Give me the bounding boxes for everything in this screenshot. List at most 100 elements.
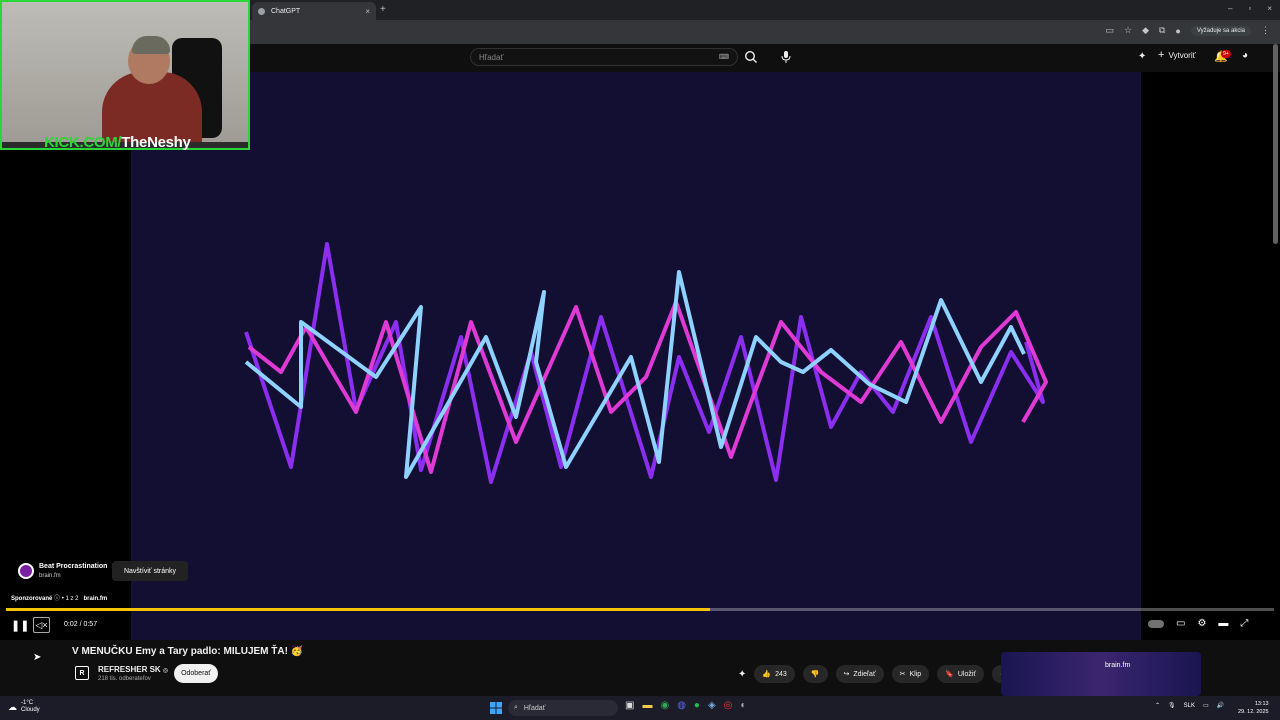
tab-title: ChatGPT [271, 7, 301, 15]
tray-mic-icon[interactable]: 🎙 [1168, 702, 1176, 709]
extension-icon[interactable]: ◆ [1142, 25, 1149, 36]
keyboard-icon[interactable]: ⌨ [719, 53, 729, 61]
thumbs-up-icon: 👍 [762, 671, 772, 678]
close-window-button[interactable]: × [1267, 4, 1272, 13]
window-controls: – ▫ × [1228, 4, 1272, 13]
video-title: V MENUČKU Emy a Tary padlo: MILUJEM ŤA! … [72, 646, 304, 657]
notifications-badge: 9+ [1221, 50, 1231, 58]
system-tray: ⌃ 🎙 SLK ▭ 🔊 [1155, 702, 1224, 710]
search-icon[interactable] [744, 50, 760, 66]
cloud-icon: ☁ [8, 701, 17, 712]
wave-purple [244, 242, 1045, 484]
premium-sparkle-icon[interactable]: ✦ [738, 669, 746, 680]
menu-dots-icon[interactable]: ⋮ [1261, 25, 1270, 36]
scissors-icon: ✂ [899, 671, 906, 678]
temperature: -1°C [21, 700, 34, 706]
maximize-button[interactable]: ▫ [1248, 4, 1251, 13]
clock-time: 13:13 [1254, 701, 1269, 707]
ad-sponsor-line: Sponzorované ⓘ • 1 z 2 brain.fm [11, 596, 108, 602]
channel-name-text: REFRESHER SK [98, 665, 161, 674]
ad-title[interactable]: Beat Procrastination [39, 563, 107, 570]
share-icon: ↪ [843, 671, 850, 678]
subscribe-button[interactable]: Odoberať [174, 664, 218, 683]
like-button[interactable]: 👍 243 [754, 665, 795, 683]
kick-channel-label: KICK.COM/TheNeshy [44, 134, 191, 151]
search-input[interactable]: Hľadať ⌨ [470, 48, 738, 66]
cast-icon[interactable]: ▭ [1105, 25, 1114, 36]
volume-icon[interactable]: 🔊 [1217, 702, 1224, 709]
waveform-visual [244, 242, 1048, 484]
search-placeholder: Hľadať [479, 52, 504, 62]
tab-close-icon[interactable]: × [365, 7, 370, 16]
ad-logo[interactable] [18, 563, 34, 579]
account-avatar[interactable]: ◕ [1242, 50, 1248, 61]
channel-name[interactable]: REFRESHER SK ◎ [98, 665, 168, 674]
pause-icon[interactable]: ❚❚ [11, 619, 29, 632]
premium-gem-icon[interactable]: ✦ [1138, 51, 1146, 62]
search-icon: ⌕ [514, 704, 518, 711]
taskbar-search-placeholder: Hľadať [523, 704, 546, 712]
clip-button[interactable]: ✂ Klip [891, 665, 930, 683]
taskbar-search[interactable]: ⌕ Hľadať [508, 700, 618, 716]
streamer-cap [132, 36, 170, 54]
task-view-icon[interactable]: ▣ [625, 700, 634, 711]
taskbar-clock[interactable]: 13:13 29. 12. 2025 [1238, 700, 1269, 716]
browser-tab[interactable]: ChatGPT × [252, 2, 376, 20]
save-label: Uložiť [957, 670, 977, 678]
thumbs-down-icon: 👎 [810, 671, 820, 678]
start-button[interactable] [490, 701, 502, 719]
file-explorer-icon[interactable]: ▬ [642, 700, 652, 711]
autoplay-toggle[interactable] [1148, 620, 1164, 628]
puzzle-icon[interactable]: ⧉ [1159, 25, 1165, 36]
weather-widget[interactable]: ☁ -1°C Cloudy [8, 700, 40, 714]
mouse-cursor-icon: ➤ [33, 652, 42, 663]
player-controls-right: ▭ ⚙ ▬ ⤢ [1148, 618, 1248, 629]
toolbar-icons: ▭ ☆ ◆ ⧉ ● Vyžaduje sa akcia ⋮ [1105, 25, 1270, 36]
progress-fill [6, 608, 710, 611]
verified-icon: ◎ [162, 668, 169, 674]
bookmark-icon: 🔖 [945, 671, 954, 678]
chatgpt-icon [258, 7, 265, 15]
language-indicator[interactable]: SLK [1184, 703, 1195, 709]
sponsored-label: Sponzorované [11, 596, 53, 602]
plus-icon: + [1158, 49, 1165, 61]
minimize-button[interactable]: – [1228, 4, 1232, 13]
video-actions: ✦ 👍 243 👎 ↪ Zdieľať ✂ Klip 🔖 Uložiť ··· [738, 665, 1016, 683]
fullscreen-icon[interactable]: ⤢ [1240, 618, 1248, 629]
ad-count: 1 z 2 [65, 596, 79, 602]
channel-avatar[interactable]: R [75, 666, 89, 680]
discord-icon[interactable]: ◍ [677, 700, 686, 711]
app-icon[interactable]: ◈ [708, 700, 716, 711]
bookmark-star-icon[interactable]: ☆ [1124, 25, 1132, 36]
create-button[interactable]: + Vytvoriť [1158, 49, 1196, 61]
subtitles-icon[interactable]: ▭ [1176, 618, 1185, 629]
visit-site-button[interactable]: Navštíviť stránky [112, 561, 188, 581]
network-icon[interactable]: ▭ [1203, 702, 1209, 709]
steam-icon[interactable]: ◐ [740, 700, 746, 711]
sidebar-ad[interactable]: brain.fm [1001, 652, 1201, 696]
new-tab-button[interactable]: + [380, 4, 386, 15]
sponsored-domain: brain.fm [83, 596, 108, 602]
save-button[interactable]: 🔖 Uložiť [937, 665, 985, 683]
theater-mode-icon[interactable]: ▬ [1218, 618, 1228, 629]
chevron-up-icon[interactable]: ⌃ [1155, 702, 1160, 709]
chrome-icon[interactable]: ◉ [660, 700, 669, 711]
clock-date: 29. 12. 2025 [1238, 709, 1269, 715]
microphone-icon[interactable] [780, 50, 794, 64]
profile-icon[interactable]: ● [1175, 26, 1180, 36]
clip-label: Klip [909, 670, 922, 678]
subscriber-count: 218 tis. odberateľov [98, 676, 151, 682]
action-required-button[interactable]: Vyžaduje sa akcia [1190, 25, 1251, 36]
share-label: Zdieľať [853, 670, 876, 678]
kick-name: TheNeshy [121, 134, 191, 151]
page-scrollbar[interactable] [1273, 44, 1278, 244]
record-icon[interactable]: ◎ [724, 700, 733, 711]
info-icon[interactable]: ⓘ [54, 596, 60, 602]
like-count: 243 [775, 670, 787, 678]
share-button[interactable]: ↪ Zdieľať [835, 665, 884, 683]
dislike-button[interactable]: 👎 [802, 665, 828, 683]
mute-icon[interactable]: ◁× [33, 617, 50, 633]
sidebar-ad-brand: brain.fm [1105, 662, 1131, 669]
spotify-icon[interactable]: ● [694, 700, 700, 711]
settings-gear-icon[interactable]: ⚙ [1197, 618, 1206, 629]
